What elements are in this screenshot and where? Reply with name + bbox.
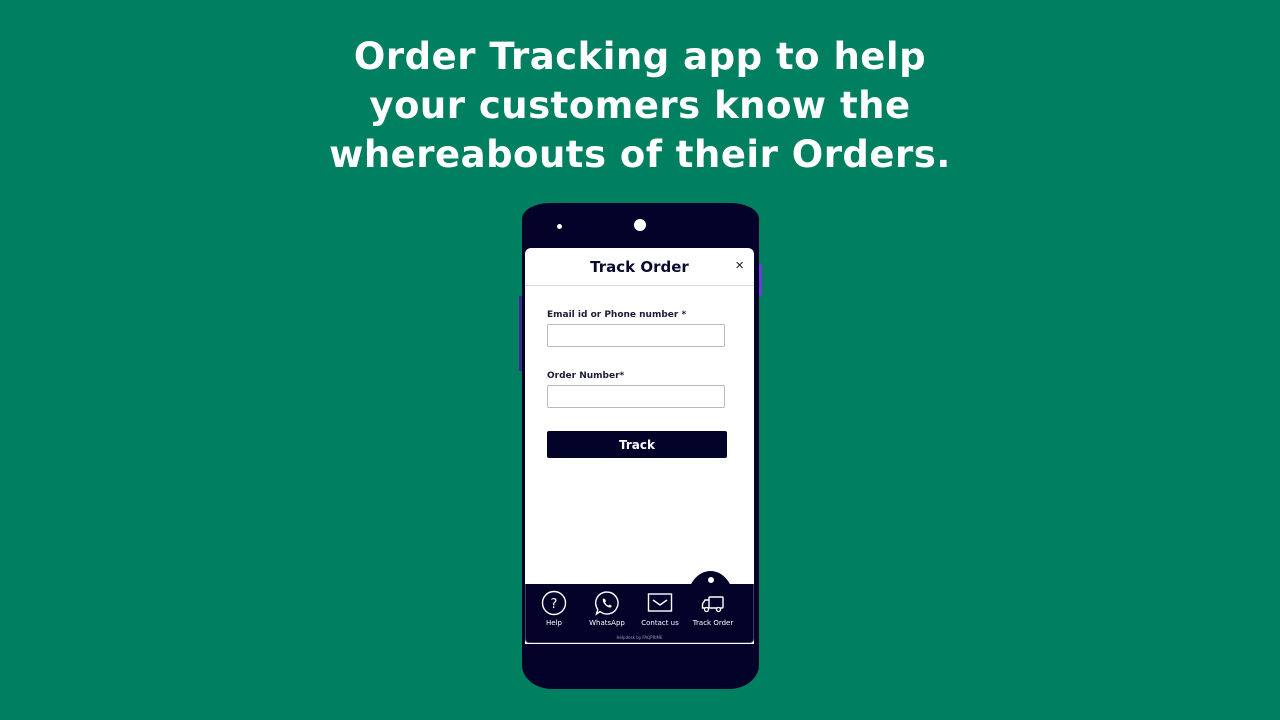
nav-label-track-order: Track Order [692,619,734,627]
close-icon[interactable]: × [735,257,744,274]
phone-side-button [759,264,762,296]
modal-title: Track Order [590,258,689,276]
active-dot-icon [708,577,714,583]
phone-sensor-icon [557,224,562,229]
helpdesk-credit[interactable]: Helpdesk by FAQPRIME [526,635,753,640]
track-button[interactable]: Track [547,431,727,458]
truck-icon [701,596,724,613]
headline-line-3: whereabouts of their Orders. [329,133,951,176]
order-number-label: Order Number* [547,371,625,381]
nav-item-contact-us[interactable]: Contact us [633,590,687,627]
nav-item-whatsapp[interactable]: WhatsApp [580,590,634,627]
envelope-icon [647,593,673,612]
question-circle-icon: ? [541,590,567,616]
headline-line-2: your customers know the [369,84,911,127]
nav-label-help: Help [546,619,562,627]
bottom-nav: ? Help WhatsApp Contact us Track Order H… [525,584,754,643]
headline: Order Tracking app to help your customer… [0,32,1280,179]
nav-item-help[interactable]: ? Help [527,590,581,627]
nav-label-whatsapp: WhatsApp [589,619,625,627]
headline-line-1: Order Tracking app to help [353,35,927,78]
email-phone-input[interactable] [547,324,725,347]
order-number-input[interactable] [547,385,725,408]
phone-camera-icon [634,219,646,231]
email-phone-label: Email id or Phone number * [547,310,687,320]
whatsapp-icon [595,591,619,616]
track-order-form: Email id or Phone number * Order Number*… [547,310,727,458]
nav-item-track-order[interactable]: Track Order [686,590,740,627]
modal-header: Track Order × [525,248,754,286]
nav-label-contact-us: Contact us [641,619,679,627]
svg-text:?: ? [551,597,558,612]
